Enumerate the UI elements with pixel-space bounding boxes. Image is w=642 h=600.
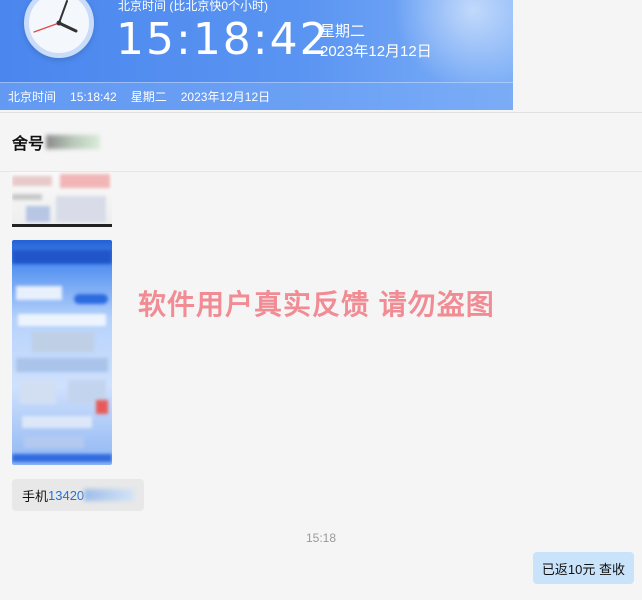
blur-block bbox=[20, 380, 56, 404]
outgoing-message-bubble[interactable]: 已返10元 查收 bbox=[532, 552, 634, 584]
blur-block bbox=[96, 400, 108, 414]
phone-prefix: 手机 bbox=[22, 488, 49, 504]
image-message-screenshot[interactable] bbox=[12, 240, 112, 465]
incoming-message-bubble[interactable]: 手机 13420 bbox=[12, 479, 145, 511]
blur-block bbox=[12, 454, 112, 462]
redacted-name bbox=[46, 135, 101, 149]
clock-status-bar: 北京时间 15:18:42 星期二 2023年12月12日 bbox=[0, 82, 513, 110]
clock-bar-date: 2023年12月12日 bbox=[180, 90, 271, 104]
clock-weekday: 星期二 bbox=[320, 23, 366, 40]
clock-subtitle: 北京时间 (比北京快0个小时) bbox=[118, 0, 269, 13]
image-message-thumbnail[interactable] bbox=[12, 172, 112, 227]
blur-block bbox=[26, 206, 50, 222]
blur-block bbox=[22, 416, 92, 428]
chat-header: 舍号 bbox=[0, 112, 642, 172]
blur-block bbox=[12, 250, 112, 264]
blur-block bbox=[12, 176, 52, 186]
blur-block bbox=[12, 194, 42, 200]
blur-block bbox=[18, 314, 106, 326]
message-timestamp: 15:18 bbox=[305, 531, 337, 545]
clock-widget: 北京时间 (比北京快0个小时) 15:18:42 星期二 2023年12月12日… bbox=[0, 0, 513, 110]
blur-block bbox=[24, 436, 84, 448]
clock-date: 2023年12月12日 bbox=[320, 43, 432, 60]
blur-block bbox=[16, 358, 108, 372]
clock-digital-time: 15:18:42 bbox=[116, 14, 330, 65]
clock-bar-time: 15:18:42 bbox=[70, 89, 117, 104]
reply-text: 已返10元 查收 bbox=[541, 561, 625, 577]
analog-clock-icon bbox=[24, 0, 94, 58]
blur-block bbox=[74, 294, 108, 304]
phone-number-link[interactable]: 13420 bbox=[48, 488, 84, 503]
blur-block bbox=[16, 286, 62, 300]
watermark-text: 软件用户真实反馈 请勿盗图 bbox=[138, 289, 495, 320]
clock-bar-weekday: 星期二 bbox=[130, 90, 167, 104]
blur-block bbox=[60, 174, 110, 188]
redacted-phone-digits bbox=[84, 489, 135, 501]
blur-block bbox=[56, 196, 106, 222]
chat-title: 舍号 bbox=[12, 136, 45, 153]
blur-block bbox=[32, 332, 94, 352]
clock-bar-label: 北京时间 bbox=[8, 90, 57, 104]
